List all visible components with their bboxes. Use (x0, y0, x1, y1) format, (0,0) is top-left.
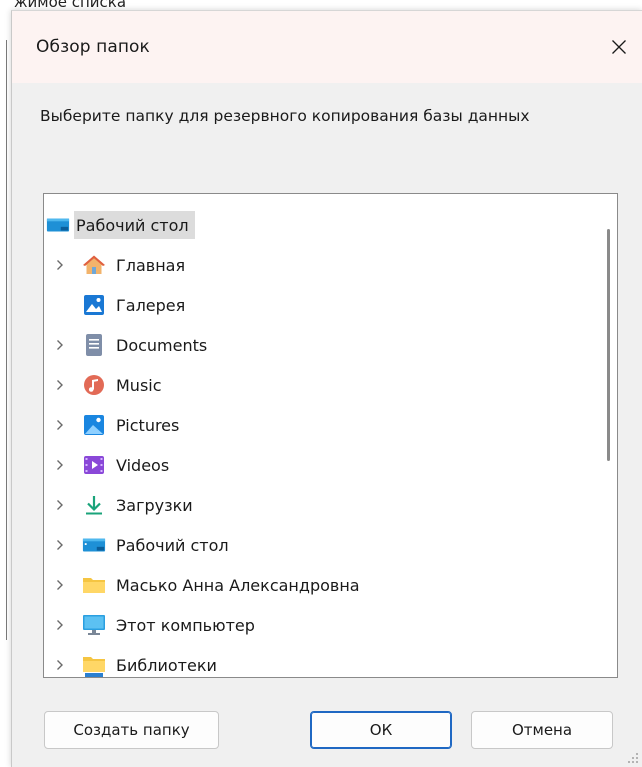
tree-item-desktop[interactable]: Рабочий стол (44, 528, 584, 562)
tree-item-this-pc[interactable]: Этот компьютер (44, 608, 584, 642)
gallery-icon (82, 293, 106, 317)
tree-item-label: Этот компьютер (116, 615, 255, 635)
tree-item-downloads[interactable]: Загрузки (44, 488, 584, 522)
downloads-icon (82, 493, 106, 517)
tree-item-label: Галерея (116, 295, 186, 315)
tree-item-libraries[interactable]: Библиотеки (44, 648, 584, 677)
tree-item-label: Videos (116, 455, 170, 475)
tree-item-label: Music (116, 375, 162, 395)
resize-grip-icon[interactable] (626, 751, 640, 765)
close-icon (612, 40, 626, 54)
chevron-right-icon[interactable] (54, 499, 66, 511)
tree-item-label-wrap: Videos (114, 451, 175, 479)
tree-item-pictures[interactable]: Pictures (44, 408, 584, 442)
tree-item-label: Documents (116, 335, 208, 355)
tree-item-gallery[interactable]: Галерея (44, 288, 584, 322)
tree-item-label-wrap: Рабочий стол (74, 211, 195, 239)
computer-icon (82, 613, 106, 637)
tree-item-documents[interactable]: Documents (44, 328, 584, 362)
tree-item-videos[interactable]: Videos (44, 448, 584, 482)
title-bar[interactable]: Обзор папок (12, 11, 642, 83)
cancel-button[interactable]: Отмена (471, 711, 613, 749)
tree-item-label: Рабочий стол (116, 535, 229, 555)
tree-item-label: Загрузки (116, 495, 193, 515)
music-icon (82, 373, 106, 397)
chevron-right-icon[interactable] (54, 459, 66, 471)
documents-icon (82, 333, 106, 357)
tree-item-label: Главная (116, 255, 186, 275)
tree-item-label-wrap: Библиотеки (114, 651, 223, 677)
tree-item-label: Рабочий стол (76, 215, 189, 235)
home-icon (82, 253, 106, 277)
chevron-right-icon[interactable] (54, 619, 66, 631)
tree-item-label: Pictures (116, 415, 180, 435)
tree-item-music[interactable]: Music (44, 368, 584, 402)
tree-item-label-wrap: Этот компьютер (114, 611, 261, 639)
folder-icon (82, 573, 106, 597)
tree-item-home[interactable]: Главная (44, 248, 584, 282)
new-folder-button[interactable]: Создать папку (44, 711, 219, 749)
tree-item-label-wrap: Documents (114, 331, 213, 359)
background-window-edge (6, 40, 7, 640)
browse-folders-dialog: Обзор папок Выберите папку для резервног… (11, 10, 642, 767)
chevron-right-icon[interactable] (54, 659, 66, 671)
tree-item-user-folder[interactable]: Масько Анна Александровна (44, 568, 584, 602)
chevron-right-icon[interactable] (54, 579, 66, 591)
libraries-icon (82, 653, 106, 677)
tree-item-desktop-root[interactable]: Рабочий стол (44, 208, 584, 242)
tree-item-label-wrap: Главная (114, 251, 191, 279)
pictures-icon (82, 413, 106, 437)
close-button[interactable] (600, 29, 638, 65)
videos-icon (82, 453, 106, 477)
tree-item-label-wrap: Music (114, 371, 168, 399)
chevron-right-icon[interactable] (54, 539, 66, 551)
tree-item-label-wrap: Pictures (114, 411, 185, 439)
instruction-text: Выберите папку для резервного копировани… (40, 107, 530, 125)
desktop-icon (82, 533, 106, 557)
tree-item-label-wrap: Галерея (114, 291, 191, 319)
ok-button[interactable]: ОК (310, 711, 452, 749)
folder-tree[interactable]: Рабочий стол Главная Галерея Documents M… (43, 193, 618, 678)
desktop-icon (46, 213, 70, 237)
tree-item-label-wrap: Загрузки (114, 491, 199, 519)
tree-item-label-wrap: Рабочий стол (114, 531, 235, 559)
chevron-right-icon[interactable] (54, 379, 66, 391)
tree-item-label: Масько Анна Александровна (116, 575, 360, 595)
chevron-right-icon[interactable] (54, 339, 66, 351)
tree-scrollbar-thumb[interactable] (607, 229, 610, 461)
chevron-right-icon[interactable] (54, 419, 66, 431)
chevron-right-icon[interactable] (54, 259, 66, 271)
tree-item-label-wrap: Масько Анна Александровна (114, 571, 366, 599)
tree-item-label: Библиотеки (116, 655, 217, 675)
dialog-title: Обзор папок (36, 37, 150, 57)
